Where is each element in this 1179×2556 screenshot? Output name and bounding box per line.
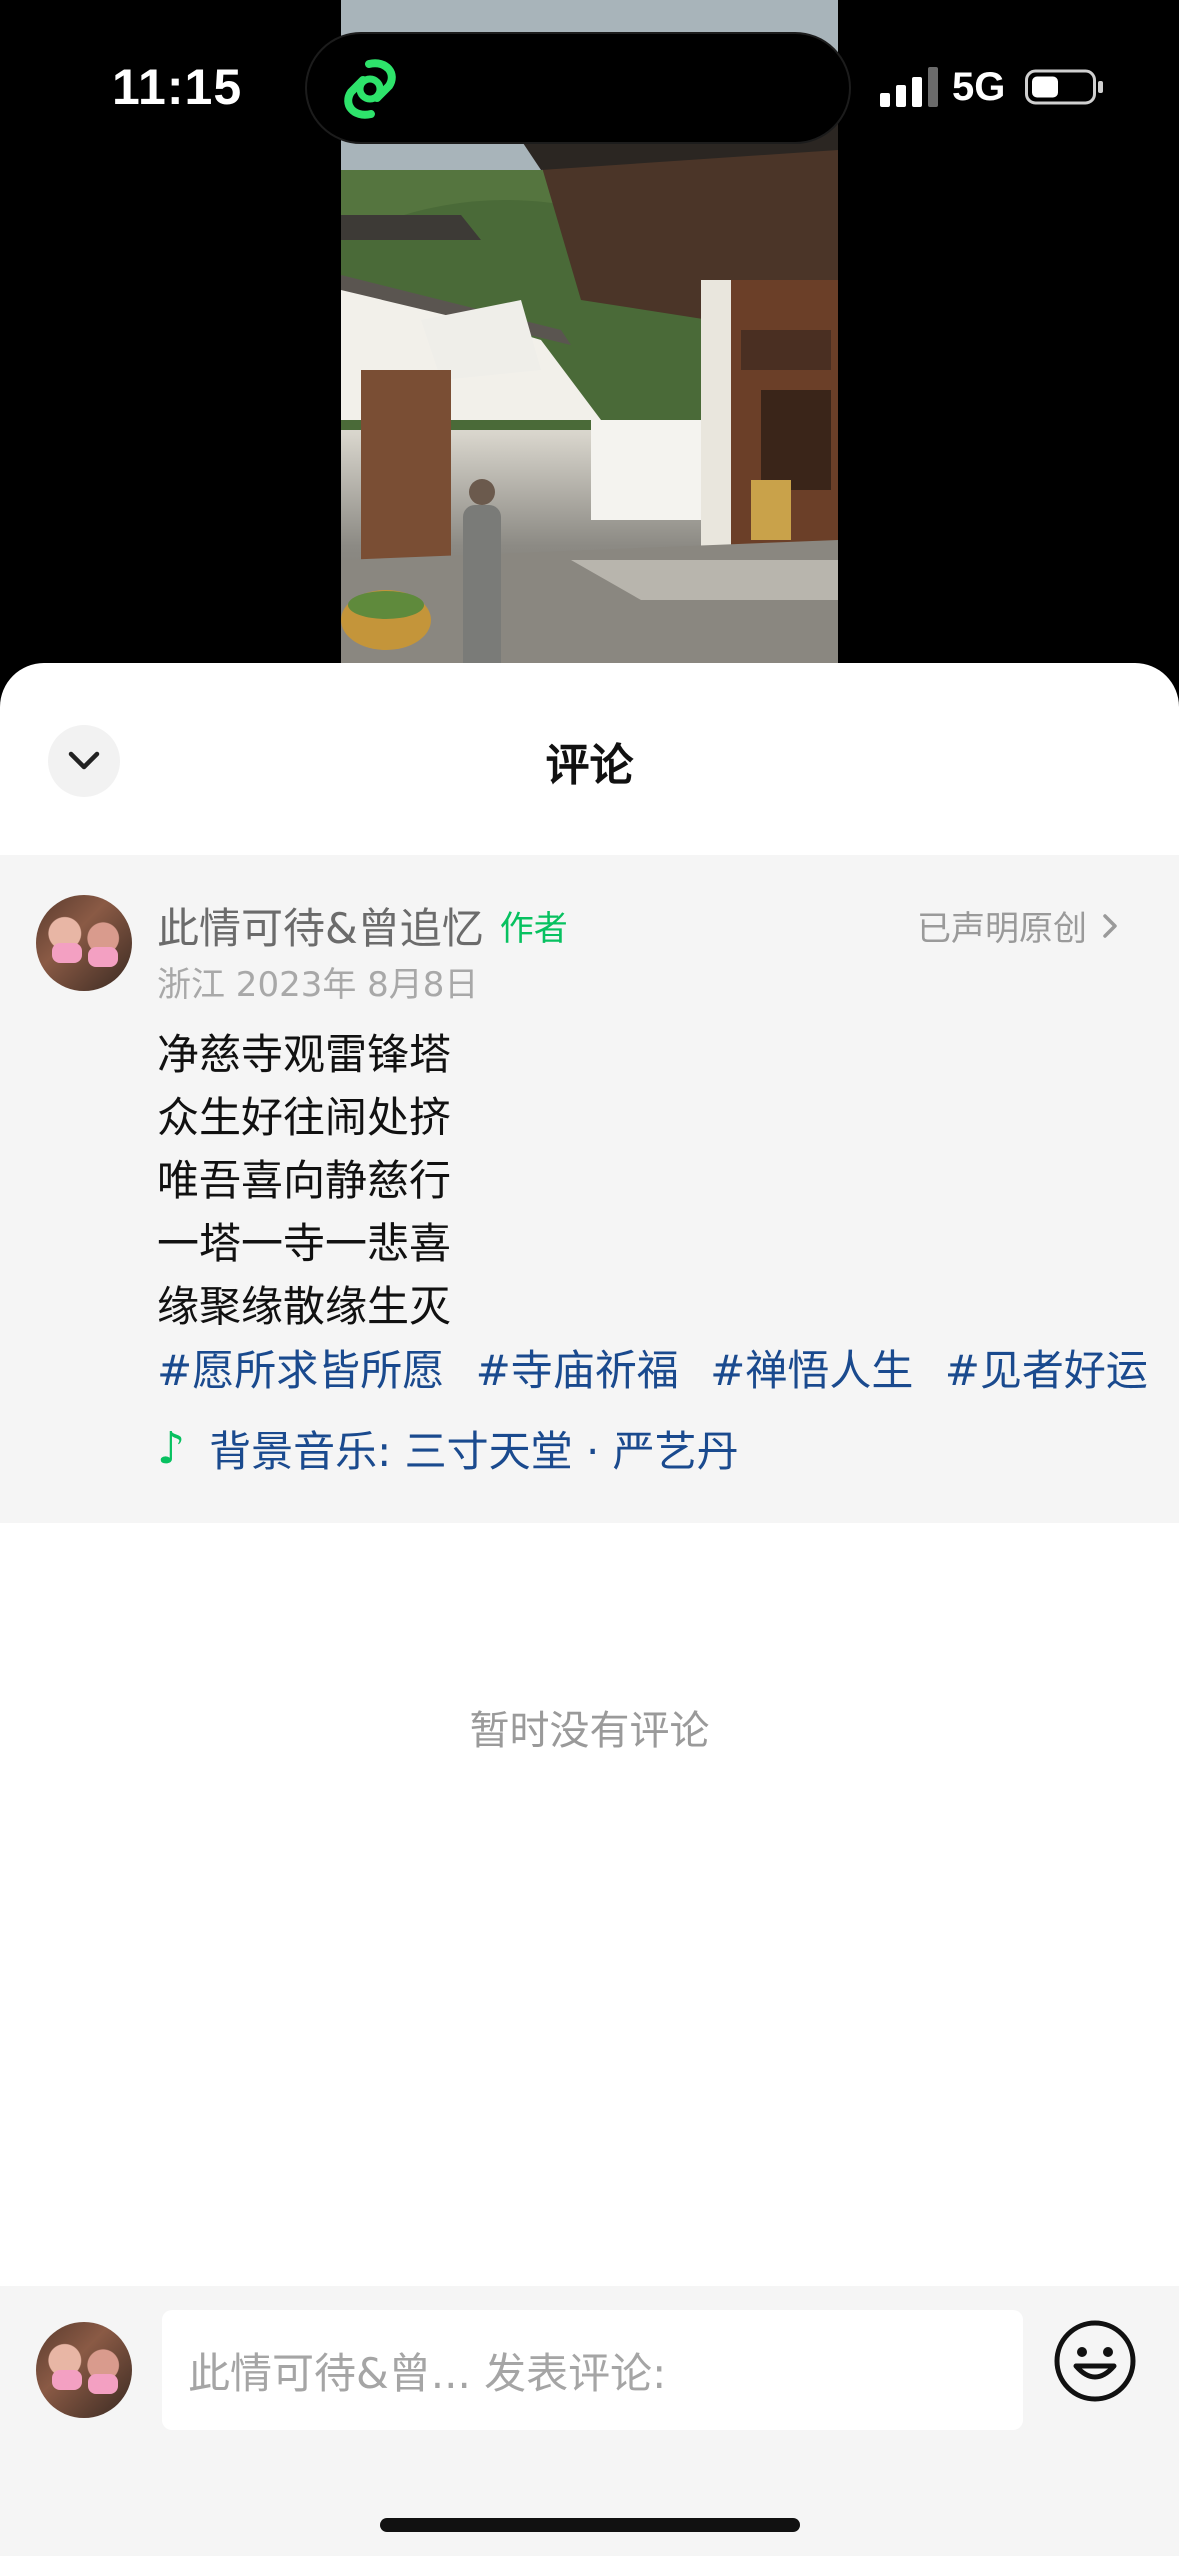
dynamic-island[interactable]: [305, 32, 851, 144]
comment-input[interactable]: 此情可待&曾... 发表评论:: [162, 2310, 1023, 2430]
screen: 11:15 5G 评论 此情可待&曾追忆 作者 已声明原创 浙江 2023年 8…: [0, 0, 1179, 2556]
hashtags: #愿所求皆所愿 #寺庙祈福 #禅悟人生 #见者好运: [157, 1338, 1179, 1404]
sheet-header: 评论: [0, 663, 1179, 855]
status-indicators: 5G: [880, 62, 1105, 112]
original-label: 已声明原创: [917, 909, 1087, 949]
post-meta: 浙江 2023年 8月8日: [157, 965, 479, 1005]
user-avatar[interactable]: [36, 2322, 132, 2418]
avatar-mask-right: [88, 947, 118, 967]
comments-sheet: 评论 此情可待&曾追忆 作者 已声明原创 浙江 2023年 8月8日 净慈寺观雷…: [0, 663, 1179, 2556]
author-avatar[interactable]: [36, 895, 132, 991]
music-note-icon: ♪: [157, 1422, 186, 1474]
post-line: 众生好往闹处挤: [157, 1093, 452, 1142]
avatar-mask-right: [88, 2374, 118, 2394]
music-title: 背景音乐: 三寸天堂 · 严艺丹: [209, 1426, 739, 1476]
status-time: 11:15: [112, 59, 243, 115]
post-description: 此情可待&曾追忆 作者 已声明原创 浙江 2023年 8月8日 净慈寺观雷锋塔 …: [0, 855, 1179, 1523]
avatar-mask-left: [52, 2370, 82, 2390]
original-declaration-link[interactable]: 已声明原创: [917, 901, 1119, 950]
comment-bar: 此情可待&曾... 发表评论:: [0, 2286, 1179, 2556]
empty-comments-text: 暂时没有评论: [469, 1708, 710, 1754]
signal-bars-icon: [880, 67, 938, 107]
author-tag: 作者: [499, 908, 568, 949]
network-type: 5G: [952, 64, 1006, 109]
comment-placeholder: 此情可待&曾... 发表评论:: [188, 2348, 667, 2398]
smiley-icon[interactable]: [1052, 2318, 1138, 2404]
hashtag-link[interactable]: #禅悟人生: [710, 1346, 913, 1395]
chevron-right-icon: [1103, 913, 1117, 938]
post-text: 净慈寺观雷锋塔 众生好往闹处挤 唯吾喜向静慈行 一塔一寺一悲喜 缘聚缘散缘生灭: [157, 1023, 1179, 1338]
wechat-channels-link-icon: [344, 59, 396, 119]
post-line: 净慈寺观雷锋塔: [157, 1030, 452, 1079]
hashtag-link[interactable]: #寺庙祈福: [476, 1346, 679, 1395]
battery-icon: [1025, 69, 1104, 105]
background-music-link[interactable]: ♪ 背景音乐: 三寸天堂 · 严艺丹: [157, 1418, 1179, 1478]
sheet-title: 评论: [545, 740, 634, 791]
hashtag-link[interactable]: #见者好运: [945, 1346, 1148, 1395]
post-line: 唯吾喜向静慈行: [157, 1156, 452, 1205]
home-indicator: [380, 2518, 800, 2532]
post-line: 缘聚缘散缘生灭: [157, 1282, 452, 1331]
post-line: 一塔一寺一悲喜: [157, 1219, 452, 1268]
hashtag-link[interactable]: #愿所求皆所愿: [157, 1346, 444, 1395]
avatar-mask-left: [52, 943, 82, 963]
author-name[interactable]: 此情可待&曾追忆: [157, 895, 484, 956]
